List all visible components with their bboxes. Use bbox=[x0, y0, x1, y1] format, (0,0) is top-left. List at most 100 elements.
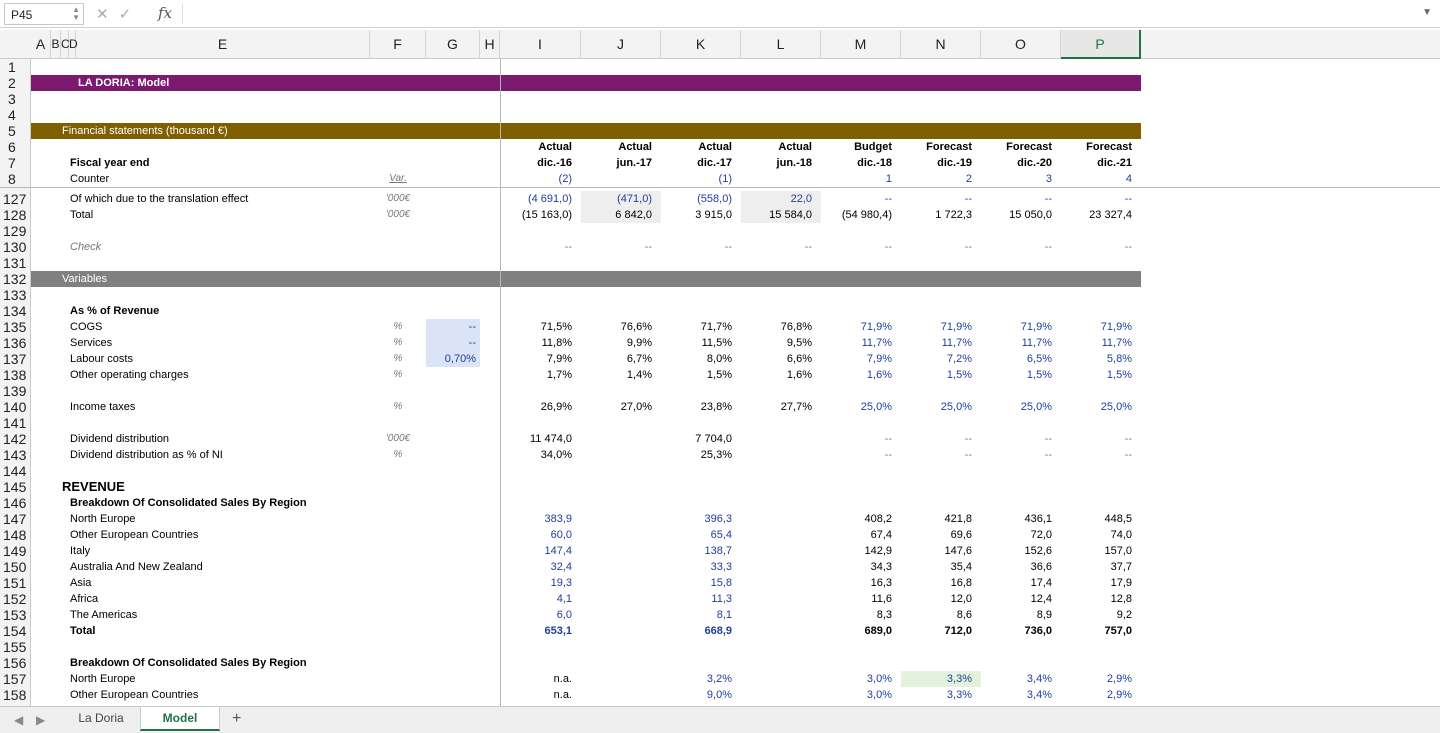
value-cell-o[interactable]: 11,7% bbox=[981, 335, 1052, 351]
expand-formula-bar-icon[interactable]: ▼ bbox=[1422, 7, 1432, 18]
value-cell-p[interactable]: 74,0 bbox=[1061, 527, 1132, 543]
unit-cell[interactable]: '000€ bbox=[370, 431, 426, 447]
row-label[interactable]: Breakdown Of Consolidated Sales By Regio… bbox=[70, 655, 400, 671]
value-cell-n[interactable]: -- bbox=[901, 191, 972, 207]
row-header-157[interactable]: 157 bbox=[0, 671, 31, 687]
value-cell-m[interactable]: 11,6 bbox=[821, 591, 892, 607]
value-cell-j[interactable]: jun.-17 bbox=[581, 155, 652, 171]
row-header-129[interactable]: 129 bbox=[0, 223, 31, 239]
value-cell-j[interactable]: Actual bbox=[581, 139, 652, 155]
unit-cell[interactable]: '000€ bbox=[370, 207, 426, 223]
value-cell-n[interactable]: 16,8 bbox=[901, 575, 972, 591]
value-cell-i[interactable]: 26,9% bbox=[500, 399, 572, 415]
value-cell-k[interactable]: 396,3 bbox=[661, 511, 732, 527]
value-cell-o[interactable]: 12,4 bbox=[981, 591, 1052, 607]
value-cell-k[interactable]: 15,8 bbox=[661, 575, 732, 591]
value-cell-j[interactable] bbox=[581, 171, 652, 187]
value-cell-m[interactable]: 16,3 bbox=[821, 575, 892, 591]
value-cell-l[interactable]: 22,0 bbox=[741, 191, 812, 207]
value-cell-m[interactable]: 142,9 bbox=[821, 543, 892, 559]
unit-cell[interactable]: % bbox=[370, 399, 426, 415]
value-cell-o[interactable]: 3 bbox=[981, 171, 1052, 187]
unit-cell[interactable]: % bbox=[370, 367, 426, 383]
value-cell-p[interactable]: Forecast bbox=[1061, 139, 1132, 155]
value-cell-o[interactable]: -- bbox=[981, 239, 1052, 255]
value-cell-l[interactable]: 76,8% bbox=[741, 319, 812, 335]
row-header-6[interactable]: 6 bbox=[0, 139, 31, 155]
value-cell-l[interactable] bbox=[741, 623, 812, 639]
row-header-153[interactable]: 153 bbox=[0, 607, 31, 623]
value-cell-o[interactable]: -- bbox=[981, 447, 1052, 463]
name-box-stepper-icon[interactable]: ▲ ▼ bbox=[72, 6, 80, 22]
value-cell-l[interactable] bbox=[741, 543, 812, 559]
value-cell-l[interactable]: 27,7% bbox=[741, 399, 812, 415]
row-label[interactable]: COGS bbox=[70, 319, 400, 335]
value-cell-o[interactable]: 1,5% bbox=[981, 367, 1052, 383]
row-label[interactable]: As % of Revenue bbox=[70, 303, 400, 319]
value-cell-n[interactable]: 69,6 bbox=[901, 527, 972, 543]
value-cell-p[interactable]: 2,9% bbox=[1061, 687, 1132, 703]
value-cell-p[interactable]: -- bbox=[1061, 447, 1132, 463]
value-cell-k[interactable]: (558,0) bbox=[661, 191, 732, 207]
column-header-b[interactable]: B bbox=[51, 30, 61, 59]
row-header-152[interactable]: 152 bbox=[0, 591, 31, 607]
column-header-h[interactable]: H bbox=[480, 30, 500, 59]
value-cell-o[interactable]: 25,0% bbox=[981, 399, 1052, 415]
value-cell-p[interactable]: 757,0 bbox=[1061, 623, 1132, 639]
value-cell-m[interactable]: 689,0 bbox=[821, 623, 892, 639]
column-header-d[interactable]: D bbox=[69, 30, 78, 59]
value-cell-l[interactable] bbox=[741, 431, 812, 447]
unit-cell[interactable]: '000€ bbox=[370, 191, 426, 207]
value-cell-o[interactable]: 36,6 bbox=[981, 559, 1052, 575]
value-cell-i[interactable]: 11,8% bbox=[500, 335, 572, 351]
row-label[interactable]: North Europe bbox=[70, 511, 400, 527]
value-cell-o[interactable]: 15 050,0 bbox=[981, 207, 1052, 223]
input-cell[interactable]: -- bbox=[426, 319, 476, 335]
value-cell-p[interactable]: 37,7 bbox=[1061, 559, 1132, 575]
row-label[interactable]: Italy bbox=[70, 543, 400, 559]
unit-cell[interactable]: % bbox=[370, 447, 426, 463]
value-cell-k[interactable]: 33,3 bbox=[661, 559, 732, 575]
row-header-3[interactable]: 3 bbox=[0, 91, 31, 107]
value-cell-i[interactable]: n.a. bbox=[500, 687, 572, 703]
value-cell-p[interactable]: 5,8% bbox=[1061, 351, 1132, 367]
value-cell-k[interactable]: -- bbox=[661, 239, 732, 255]
value-cell-o[interactable]: Forecast bbox=[981, 139, 1052, 155]
value-cell-l[interactable]: jun.-18 bbox=[741, 155, 812, 171]
value-cell-m[interactable]: 3,0% bbox=[821, 687, 892, 703]
value-cell-n[interactable]: 71,9% bbox=[901, 319, 972, 335]
column-header-f[interactable]: F bbox=[370, 30, 426, 59]
value-cell-i[interactable]: 147,4 bbox=[500, 543, 572, 559]
value-cell-k[interactable]: 65,4 bbox=[661, 527, 732, 543]
value-cell-m[interactable]: 8,3 bbox=[821, 607, 892, 623]
row-header-145[interactable]: 145 bbox=[0, 479, 31, 495]
value-cell-j[interactable] bbox=[581, 623, 652, 639]
value-cell-m[interactable]: 25,0% bbox=[821, 399, 892, 415]
value-cell-i[interactable]: 6,0 bbox=[500, 607, 572, 623]
value-cell-p[interactable]: 25,0% bbox=[1061, 399, 1132, 415]
unit-cell[interactable]: Var. bbox=[370, 171, 426, 187]
row-header-158[interactable]: 158 bbox=[0, 687, 31, 703]
column-header-e[interactable]: E bbox=[76, 30, 370, 59]
value-cell-m[interactable]: -- bbox=[821, 191, 892, 207]
value-cell-k[interactable]: 8,0% bbox=[661, 351, 732, 367]
value-cell-n[interactable]: 147,6 bbox=[901, 543, 972, 559]
value-cell-j[interactable]: 1,4% bbox=[581, 367, 652, 383]
column-header-a[interactable]: A bbox=[31, 30, 51, 59]
value-cell-k[interactable]: 11,3 bbox=[661, 591, 732, 607]
row-header-141[interactable]: 141 bbox=[0, 415, 31, 431]
value-cell-k[interactable]: 11,5% bbox=[661, 335, 732, 351]
row-label[interactable]: North Europe bbox=[70, 671, 400, 687]
value-cell-m[interactable]: dic.-18 bbox=[821, 155, 892, 171]
value-cell-k[interactable]: 25,3% bbox=[661, 447, 732, 463]
value-cell-k[interactable]: (1) bbox=[661, 171, 732, 187]
input-cell[interactable]: -- bbox=[426, 335, 476, 351]
value-cell-j[interactable]: -- bbox=[581, 239, 652, 255]
value-cell-k[interactable]: 3 915,0 bbox=[661, 207, 732, 223]
row-label[interactable]: Labour costs bbox=[70, 351, 400, 367]
row-label[interactable]: Check bbox=[70, 239, 400, 255]
row-header-134[interactable]: 134 bbox=[0, 303, 31, 319]
value-cell-o[interactable]: 71,9% bbox=[981, 319, 1052, 335]
section-label[interactable]: Financial statements (thousand €) bbox=[62, 123, 462, 139]
value-cell-p[interactable]: 4 bbox=[1061, 171, 1132, 187]
